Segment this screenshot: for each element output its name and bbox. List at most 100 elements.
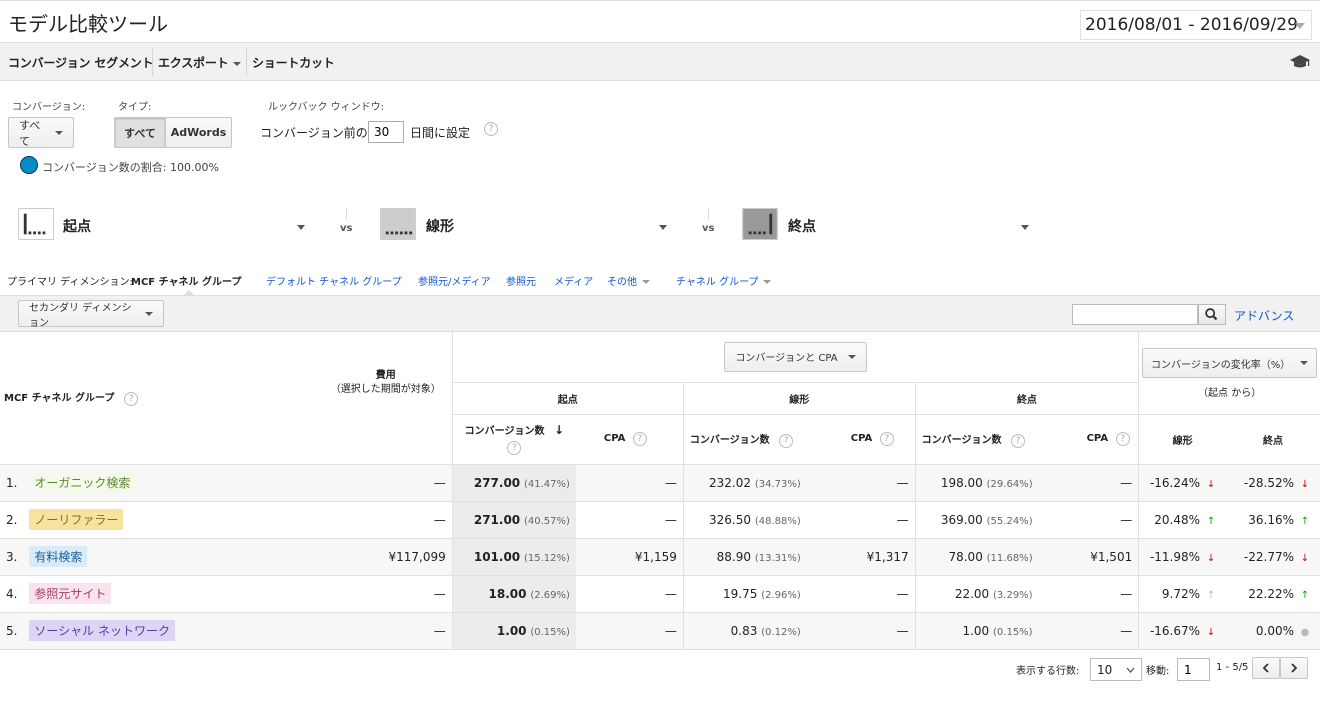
vs-label: vs [702,223,715,234]
change-linear-value: -11.98% [1149,549,1201,564]
model-3-name[interactable]: 終点 [788,216,816,236]
export-button[interactable]: エクスポート [158,54,242,71]
last-conv-value: 369.00 [940,512,983,527]
dimension-default-channel-group[interactable]: デフォルト チャネル グループ [266,273,402,288]
conversion-share-text: コンバージョン数の割合: 100.00% [42,161,219,174]
help-icon[interactable]: ? [1115,432,1130,446]
search-icon[interactable] [1198,304,1226,325]
channel-link[interactable]: ソーシャル ネットワーク [29,620,175,641]
graduation-cap-icon[interactable] [1290,54,1310,70]
conversion-value: すべて [19,118,41,148]
last-conv-pct: (3.29%) [993,589,1033,601]
chevron-down-icon[interactable] [1021,225,1029,230]
conv-header-last-label: コンバージョン数 [921,434,1002,446]
first-conv-pct: (40.57%) [523,515,570,527]
cpa-header-linear[interactable]: CPA ? [806,414,916,465]
goto-page-input[interactable] [1177,658,1210,681]
row-index: 3. [0,538,28,576]
channel-link[interactable]: ノーリファラー [29,509,124,530]
chevron-down-icon [55,130,63,135]
first-cpa-value: — [575,575,684,613]
table-search-input[interactable] [1072,304,1198,325]
lookback-days-input[interactable] [368,121,404,143]
secondary-dimension-dropdown[interactable]: セカンダリ ディメンション [18,300,164,329]
arrow-down-icon: ↓ [1206,626,1216,638]
last-conv-cell: 369.00 (55.24%) [914,501,1039,539]
dimension-mcf-channel-group[interactable]: MCF チャネル グループ [131,273,241,288]
change-rate-label: コンバージョンの変化率（%） [1150,359,1291,371]
help-icon[interactable]: ? [124,392,139,407]
shortcut-button[interactable]: ショートカット [252,54,335,71]
linear-cpa-value: — [806,575,916,613]
first-cpa-value: — [575,501,684,539]
change-linear-cell: 9.72% ↑ [1138,575,1227,613]
cost-subheader: （選択した期間が対象） [330,384,441,395]
chevron-down-icon [1295,23,1305,29]
dimension-header: MCF チャネル グループ [4,393,115,405]
rows-per-page-select[interactable]: 10 [1090,658,1142,681]
channel-link[interactable]: 有料検索 [29,546,88,567]
linear-cpa-value: ¥1,317 [806,538,916,576]
help-icon[interactable]: ? [879,432,894,446]
table-row: 2. ノーリファラー —271.00 (40.57%) —326.50 (48.88%… [0,501,1320,539]
channel-cell: 有料検索 [27,538,389,576]
next-page-button[interactable] [1280,657,1308,679]
chevron-down-icon[interactable] [297,225,305,230]
change-last-value: -22.77% [1243,549,1294,564]
advanced-link[interactable]: アドバンス [1234,307,1294,324]
metric-dropdown[interactable]: コンバージョンと CPA [724,341,867,372]
type-all-button[interactable]: すべて [114,117,166,148]
chevron-down-icon [1300,361,1309,365]
channel-link[interactable]: オーガニック検索 [29,472,136,493]
first-conv-value: 271.00 [473,512,521,527]
type-adwords-button[interactable]: AdWords [165,117,232,148]
conv-header-first[interactable]: コンバージョン数 ↓ ? [451,414,576,465]
cost-header: 費用 [375,370,396,381]
change-rate-dropdown[interactable]: コンバージョンの変化率（%） [1141,348,1318,378]
change-last-cell: 0.00% ● [1226,612,1320,650]
linear-conv-pct: (13.31%) [754,552,801,564]
help-icon[interactable]: ? [507,441,522,455]
cost-value: — [388,612,453,650]
conversion-label: コンバージョン: [12,102,86,113]
lookback-label: ルックバック ウィンドウ: [268,102,385,113]
cpa-header-first[interactable]: CPA ? [575,414,684,465]
help-icon[interactable]: ? [1010,433,1025,448]
model-1-name[interactable]: 起点 [63,216,91,236]
last-conv-value: 198.00 [940,475,983,490]
cost-value: — [388,501,453,539]
linear-conv-value: 19.75 [723,586,758,601]
table-row: 4. 参照元サイト —18.00 (2.69%) —19.75 (2.96%) —22.… [0,575,1320,613]
conversion-dropdown[interactable]: すべて [8,117,74,148]
dimension-channel-group-dropdown[interactable]: チャネル グループ [676,273,772,288]
channel-link[interactable]: 参照元サイト [29,583,112,604]
dimension-medium[interactable]: メディア [554,273,593,288]
cpa-header-last[interactable]: CPA ? [1038,414,1139,465]
change-last-value: 36.16% [1248,512,1294,527]
dimension-other-dropdown[interactable]: その他 [607,273,650,288]
cost-value: — [388,464,453,502]
change-last-value: -28.52% [1243,475,1294,490]
help-icon[interactable]: ? [779,433,794,448]
linear-conv-cell: 0.83 (0.12%) [682,612,807,650]
conv-header-last[interactable]: コンバージョン数 ? [914,414,1039,465]
last-interaction-icon [742,208,778,240]
last-conv-value: 22.00 [954,586,990,601]
chevron-down-icon[interactable] [659,225,667,230]
dimension-source-medium[interactable]: 参照元/メディア [418,273,491,288]
dimension-source[interactable]: 参照元 [506,273,536,288]
lookback-suffix: 日間に設定 [410,126,471,140]
prev-page-button[interactable] [1252,657,1280,679]
linear-conv-cell: 232.02 (34.73%) [682,464,807,502]
change-last-cell: -22.77% ↓ [1226,538,1320,576]
help-icon[interactable]: ? [632,432,647,446]
model-2-name[interactable]: 線形 [426,216,454,236]
conversion-segment-button[interactable]: コンバージョン セグメント [8,54,154,71]
date-range-picker[interactable]: 2016/08/01 - 2016/09/29 [1080,10,1312,40]
first-conv-pct: (15.12%) [523,552,570,564]
conv-header-linear[interactable]: コンバージョン数 ? [682,414,807,465]
last-cpa-value: — [1038,464,1139,502]
dimension-header-cell: MCF チャネル グループ ? [0,332,389,465]
linear-icon [380,208,416,240]
help-icon[interactable]: ? [484,122,498,136]
